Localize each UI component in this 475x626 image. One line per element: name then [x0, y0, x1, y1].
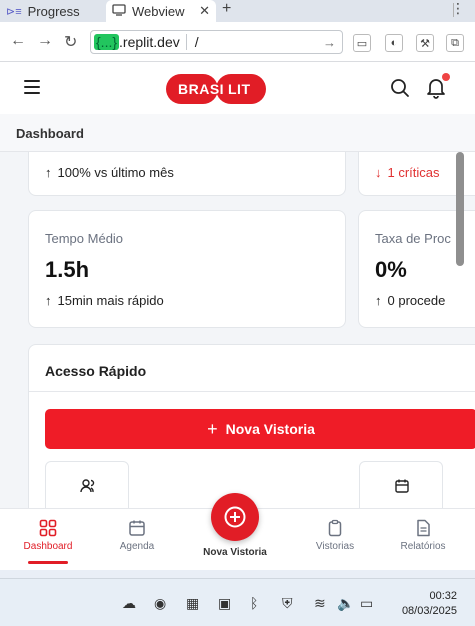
url-host: .replit.dev — [119, 34, 180, 50]
palette-icon[interactable]: ◐ — [385, 34, 403, 52]
clock[interactable]: 00:32 08/03/2025 — [402, 589, 457, 619]
forward-icon[interactable]: → — [37, 32, 53, 50]
stat-note: ↑ 100% vs último mês — [45, 165, 174, 180]
calendar-icon — [395, 479, 409, 493]
progress-icon: ⊳≡ — [6, 5, 22, 18]
more-vert-icon[interactable]: ⋮ — [451, 0, 465, 17]
clock-date: 08/03/2025 — [401, 605, 457, 617]
menu-icon[interactable] — [24, 80, 40, 94]
stat-note: ↑ 0 procede — [375, 293, 446, 308]
nav-agenda[interactable]: Agenda — [97, 519, 177, 552]
stat-value: 1.5h — [45, 257, 90, 282]
brand-logo: BRASI LIT — [166, 74, 266, 104]
tab-label: Webview — [132, 3, 185, 19]
stat-note: ↓ 1 críticas — [375, 165, 440, 180]
nova-vistoria-button[interactable]: + Nova Vistoria — [45, 409, 475, 449]
taskbar: ☁ ◉ ▦ ▣ ᛒ ⛨ ≋ 🔈 ▭ 00:32 08/03/2025 — [0, 578, 475, 626]
battery-icon[interactable]: ▭ — [360, 595, 373, 612]
nav-label: Dashboard — [23, 541, 73, 552]
clock-time: 00:32 — [429, 590, 457, 602]
stat-note: ↑ 15min mais rápido — [45, 293, 164, 308]
browser-tab-bar: ⊳≡ Progress Webview ✕ + ⋮ — [0, 0, 475, 22]
cloud-icon[interactable]: ☁ — [122, 595, 136, 612]
reload-icon[interactable]: ↻ — [64, 32, 77, 52]
stat-card: ↑ 100% vs último mês — [28, 152, 346, 196]
search-icon[interactable] — [390, 78, 410, 103]
open-new-window-icon[interactable]: ⧉ — [446, 34, 464, 52]
url-separator — [185, 34, 187, 50]
nav-label: Vistorias — [315, 541, 355, 552]
url-host-highlight: {...} — [94, 34, 120, 50]
address-bar: ← → ↻ {...} .replit.dev / → ▭ ◐ ⚒ ⧉ — [0, 22, 475, 62]
arrow-up-icon: ↑ — [375, 293, 382, 308]
notification-badge — [442, 73, 450, 81]
nvidia-icon[interactable]: ▣ — [218, 595, 231, 612]
users-icon — [80, 479, 95, 493]
add-vistoria-fab[interactable] — [211, 493, 259, 541]
brand-part-2: LIT — [228, 81, 251, 97]
bluetooth-icon[interactable]: ᛒ — [250, 595, 258, 611]
arrow-up-icon: ↑ — [45, 165, 52, 180]
nav-vistorias[interactable]: Vistorias — [295, 519, 375, 552]
app-header: BRASI LIT — [0, 62, 475, 114]
app-viewport: BRASI LIT Dashboard ↑ 100% vs último mês… — [0, 62, 475, 570]
page-title: Dashboard — [16, 126, 84, 141]
section-title: Acesso Rápido — [45, 363, 147, 379]
bell-icon[interactable] — [426, 77, 446, 104]
clipboard-icon — [328, 519, 342, 537]
wifi-icon[interactable]: ≋ — [314, 595, 326, 612]
stat-value: 0% — [375, 257, 407, 282]
grid-app-icon[interactable]: ▦ — [186, 595, 199, 612]
button-label: Nova Vistoria — [225, 421, 315, 437]
nav-label: Relatórios — [400, 541, 446, 552]
plus-icon: + — [207, 418, 218, 439]
nav-label: Agenda — [119, 541, 155, 552]
brand-part-1: BRASI — [178, 81, 225, 97]
nav-relatorios[interactable]: Relatórios — [383, 519, 463, 552]
stat-card-tempo-medio: Tempo Médio 1.5h ↑ 15min mais rápido — [28, 210, 346, 328]
stat-label: Tempo Médio — [45, 231, 124, 246]
arrow-down-icon: ↓ — [375, 165, 382, 180]
url-path: / — [194, 34, 199, 50]
tab-label: Progress — [27, 3, 80, 19]
shield-icon[interactable]: ⛨ — [282, 595, 293, 612]
file-icon — [417, 519, 430, 537]
calendar-icon — [129, 520, 145, 536]
scrollbar[interactable] — [456, 152, 464, 266]
stat-label: Taxa de Proc — [375, 231, 451, 246]
nav-label-nova-vistoria: Nova Vistoria — [203, 547, 267, 558]
tab-webview[interactable]: Webview ✕ — [106, 0, 216, 22]
arrow-up-icon: ↑ — [45, 293, 52, 308]
plus-icon — [224, 506, 246, 528]
close-icon[interactable]: ✕ — [199, 3, 210, 19]
device-preview-icon[interactable]: ▭ — [353, 34, 371, 52]
dashboard-icon — [39, 519, 57, 537]
new-tab-button[interactable]: + — [222, 0, 231, 18]
devtools-icon[interactable]: ⚒ — [416, 34, 434, 52]
url-input[interactable]: {...} .replit.dev / → — [90, 30, 343, 54]
app-icon[interactable]: ◉ — [154, 595, 166, 612]
volume-icon[interactable]: 🔈 — [337, 595, 354, 612]
divider — [29, 391, 475, 392]
breadcrumb: Dashboard — [0, 114, 475, 152]
active-indicator — [28, 561, 68, 564]
tab-progress[interactable]: ⊳≡ Progress — [6, 0, 80, 22]
back-icon[interactable]: ← — [10, 32, 26, 50]
nav-dashboard[interactable]: Dashboard — [8, 519, 88, 552]
webview-icon — [112, 3, 126, 19]
bottom-nav: Dashboard Agenda Nova Vistoria Vistorias… — [0, 493, 475, 570]
go-arrow-icon[interactable]: → — [323, 35, 336, 50]
